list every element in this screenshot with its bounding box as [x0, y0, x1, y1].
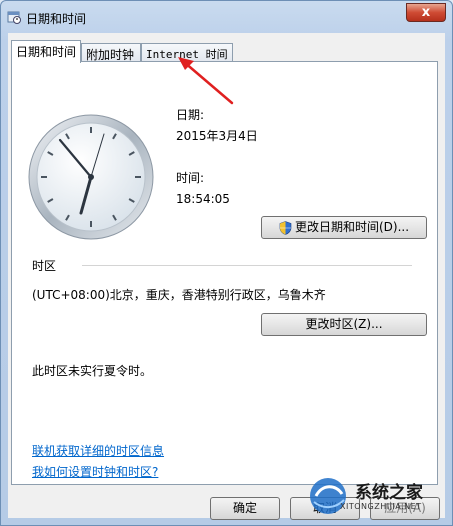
change-date-time-label: 更改日期和时间(D)... [294, 220, 410, 234]
change-date-time-button[interactable]: 更改日期和时间(D)... [261, 216, 427, 239]
tab-date-time[interactable]: 日期和时间 [11, 40, 81, 63]
tab-panel-date-time: 日期: 2015年3月4日 时间: 18:54:05 更改日期和时间(D)...… [11, 61, 438, 485]
close-button[interactable]: x [406, 3, 446, 22]
uac-shield-icon [279, 220, 292, 235]
date-value: 2015年3月4日 [176, 129, 258, 143]
tab-additional-clocks[interactable]: 附加时钟 [81, 43, 141, 62]
change-timezone-button[interactable]: 更改时区(Z)... [261, 313, 427, 336]
window-title: 日期和时间 [26, 12, 87, 26]
how-to-set-clock-link[interactable]: 我如何设置时钟和时区? [32, 463, 158, 480]
title-bar[interactable]: 日期和时间 x [1, 1, 452, 33]
watermark-brand: 系统之家 [355, 483, 423, 503]
timezone-value: (UTC+08:00)北京，重庆，香港特别行政区，乌鲁木齐 [32, 288, 326, 302]
dst-note: 此时区未实行夏令时。 [32, 364, 153, 378]
annotation-arrow-icon [178, 57, 234, 105]
analog-clock-icon [28, 114, 154, 240]
clock-calendar-icon [7, 11, 21, 24]
timezone-separator [82, 265, 412, 266]
timezone-section-label: 时区 [32, 259, 57, 273]
time-value: 18:54:05 [176, 192, 230, 206]
watermark-url: XITONGZHIJIA.NET [340, 502, 422, 511]
online-timezone-info-link[interactable]: 联机获取详细的时区信息 [32, 442, 164, 459]
time-label: 时间: [176, 171, 205, 185]
ok-button[interactable]: 确定 [210, 497, 280, 520]
